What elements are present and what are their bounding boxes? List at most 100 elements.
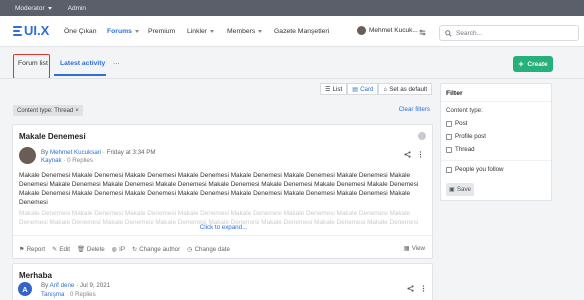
flag-icon: ⚑ — [19, 245, 25, 253]
save-filter-button[interactable]: ▣ Save — [446, 183, 474, 196]
thread-card: Merhaba By Arif dene · Jul 9, 2021 Tanış… — [12, 263, 433, 300]
view-button[interactable]: ▦ View — [404, 245, 425, 252]
nav-item-premium[interactable]: Premium — [148, 28, 175, 35]
content-type-filter-chip[interactable]: Content type: Thread × — [13, 105, 83, 116]
edit-button[interactable]: ✎ Edit — [52, 245, 70, 253]
thread-title[interactable]: Merhaba — [19, 271, 52, 280]
site-logo[interactable]: UI.X — [13, 23, 49, 38]
trash-icon: 🗑︎ — [77, 246, 85, 253]
nav-item-newspaper[interactable]: Gazete Manşetleri — [274, 28, 329, 35]
search-icon — [445, 29, 452, 37]
ip-button[interactable]: ◍ IP — [112, 245, 125, 253]
share-icon[interactable] — [404, 151, 411, 158]
thread-title[interactable]: Makale Denemesi — [19, 132, 86, 141]
nav-item-members[interactable]: Members — [227, 28, 263, 35]
chevron-down-icon — [210, 30, 215, 33]
highlight-annotation — [13, 54, 50, 79]
delete-button[interactable]: 🗑︎ Delete — [77, 245, 105, 254]
close-icon[interactable]: × — [75, 108, 79, 114]
checkbox[interactable] — [446, 146, 452, 153]
thread-meta-forum: Kaynak · 0 Replies — [41, 157, 93, 164]
thread-time: Jul 9, 2021 — [79, 282, 111, 289]
logo-lines-icon — [13, 25, 22, 36]
nav-item-featured[interactable]: Öne Çıkan — [64, 28, 97, 35]
content-type-label: Content type: — [446, 107, 483, 114]
divider — [441, 160, 551, 161]
card-tools — [407, 285, 427, 292]
tab-latest-activity[interactable]: Latest activity — [60, 60, 105, 67]
user-swap-icon: ↻ — [132, 245, 138, 253]
author-link[interactable]: Mehmet Kucuksari — [50, 149, 101, 156]
card-icon: ▤ — [352, 85, 359, 93]
clock-icon: ◷ — [187, 245, 193, 253]
view-switcher: ☰ List ▤ Card ⌂ Set as default — [320, 83, 433, 95]
forum-link[interactable]: Kaynak — [41, 157, 62, 164]
chevron-down-icon — [134, 30, 139, 33]
option-label: Thread — [455, 146, 475, 153]
more-options-icon[interactable] — [417, 151, 424, 158]
expand-link[interactable]: Click to expand... — [13, 224, 434, 231]
option-label: Profile post — [455, 133, 486, 140]
create-label: Create — [527, 60, 548, 68]
admin-link[interactable]: Admin — [68, 5, 86, 12]
nav-label: Premium — [148, 28, 176, 35]
reply-count: 0 Replies — [69, 291, 96, 298]
user-menu[interactable]: Mehmet Kucuk... — [357, 26, 418, 35]
thread-body: Makale Denemesi Makale Denemesi Makale D… — [19, 172, 419, 206]
avatar[interactable]: A — [18, 282, 32, 296]
set-default-button[interactable]: ⌂ Set as default — [378, 83, 433, 95]
pencil-icon: ✎ — [52, 245, 58, 253]
thread-time: Friday at 3:34 PM — [106, 149, 156, 156]
unread-status-icon[interactable] — [418, 132, 426, 140]
more-options-icon[interactable] — [420, 285, 427, 292]
divider — [0, 78, 584, 79]
report-button[interactable]: ⚑ Report — [19, 245, 45, 253]
filter-option-post[interactable]: Post — [446, 120, 467, 127]
search-placeholder: Search... — [456, 29, 483, 37]
nav-item-forums[interactable]: Forums — [107, 28, 139, 35]
filter-option-profile-post[interactable]: Profile post — [446, 133, 486, 140]
checkbox[interactable] — [446, 133, 452, 140]
filter-panel: Filter Content type: Post Profile post T… — [440, 83, 552, 201]
card-view-button[interactable]: ▤ Card — [347, 83, 379, 95]
chevron-down-icon — [47, 6, 52, 10]
author-link[interactable]: Arif dene — [50, 282, 75, 289]
tab-more[interactable]: ··· — [113, 60, 120, 67]
change-date-button[interactable]: ◷ Change date — [187, 245, 230, 253]
divider — [441, 101, 551, 102]
save-label: Save — [456, 186, 471, 193]
avatar[interactable] — [19, 147, 36, 164]
checkbox[interactable] — [446, 120, 452, 127]
search-input[interactable]: Search... — [439, 25, 579, 41]
change-author-button[interactable]: ↻ Change author — [132, 245, 180, 253]
action-label: Change author — [139, 245, 181, 253]
tab-label: Latest activity — [60, 60, 106, 67]
filter-heading: Filter — [446, 90, 463, 97]
filter-option-people-you-follow[interactable]: People you follow — [446, 166, 504, 173]
filter-option-thread[interactable]: Thread — [446, 146, 475, 153]
action-label: Report — [26, 245, 46, 253]
clear-filters-link[interactable]: Clear filters — [399, 106, 430, 113]
share-icon[interactable] — [407, 285, 414, 292]
nav-label: Gazete Manşetleri — [274, 28, 330, 35]
moderator-label: Moderator — [15, 4, 45, 12]
forum-link[interactable]: Tanışma — [41, 291, 64, 298]
action-label: Change date — [194, 245, 230, 253]
list-icon: ☰ — [325, 85, 331, 93]
nav-item-links[interactable]: Linkler — [187, 28, 215, 35]
action-label: Edit — [59, 245, 70, 253]
active-tab-indicator — [54, 74, 106, 76]
checkbox[interactable] — [446, 166, 452, 173]
list-view-button[interactable]: ☰ List — [320, 83, 348, 95]
nav-label: Forums — [107, 28, 132, 35]
moderator-bar: Moderator Admin — [0, 0, 584, 16]
divider — [13, 235, 434, 236]
chevron-down-icon — [258, 30, 263, 33]
default-label: Set as default — [389, 85, 428, 93]
thread-meta-forum: Tanışma · 0 Replies — [41, 291, 96, 298]
settings-sliders-icon[interactable] — [419, 29, 426, 36]
moderator-menu[interactable]: Moderator — [15, 5, 52, 12]
option-label: Post — [455, 120, 468, 127]
moderation-actions: ⚑ Report ✎ Edit 🗑︎ Delete ◍ IP ↻ Change autho… — [19, 245, 230, 254]
create-button[interactable]: Create — [513, 56, 553, 72]
